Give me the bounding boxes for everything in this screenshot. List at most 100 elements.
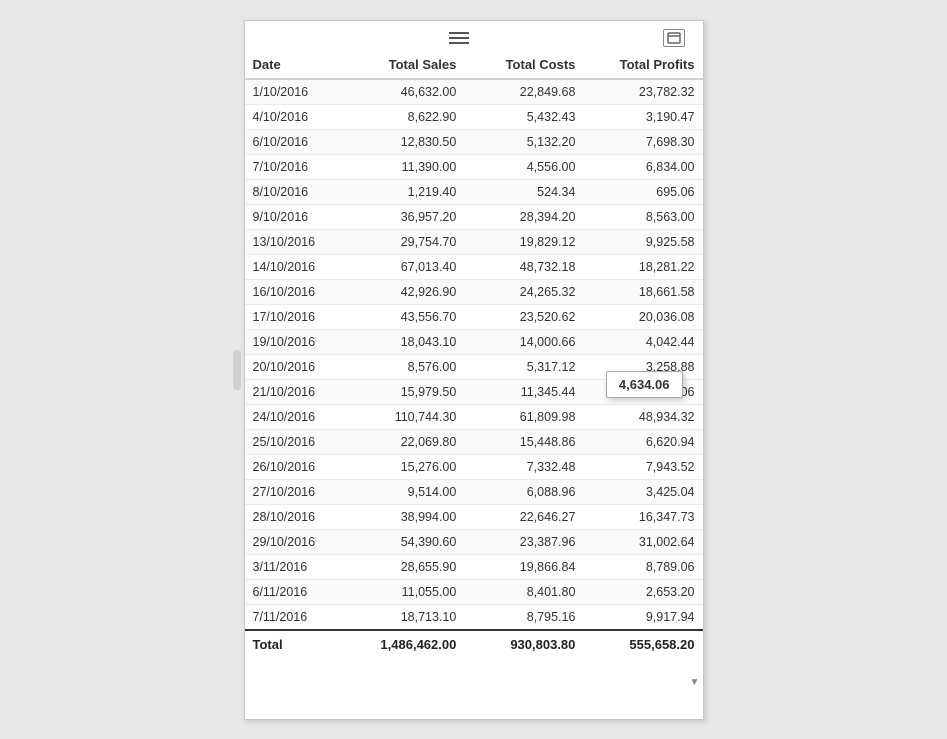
cell-costs: 19,829.12 <box>464 229 583 254</box>
cell-costs: 5,317.12 <box>464 354 583 379</box>
cell-date: 14/10/2016 <box>245 254 346 279</box>
col-header-sales: Total Sales <box>345 51 464 79</box>
cell-costs: 4,556.00 <box>464 154 583 179</box>
table-row: 8/10/20161,219.40524.34695.06 <box>245 179 703 204</box>
hamburger-icon[interactable] <box>449 32 469 44</box>
cell-profits: 3,258.88 <box>583 354 702 379</box>
cell-profits: 4,042.44 <box>583 329 702 354</box>
cell-date: 1/10/2016 <box>245 79 346 105</box>
expand-button[interactable] <box>663 29 685 47</box>
cell-date: 17/10/2016 <box>245 304 346 329</box>
cell-costs: 15,448.86 <box>464 429 583 454</box>
data-table: Date Total Sales Total Costs Total Profi… <box>245 51 703 658</box>
table-row: 16/10/201642,926.9024,265.3218,661.58 <box>245 279 703 304</box>
cell-costs: 28,394.20 <box>464 204 583 229</box>
table-row: 6/11/201611,055.008,401.802,653.20 <box>245 579 703 604</box>
cell-sales: 43,556.70 <box>345 304 464 329</box>
data-panel: Date Total Sales Total Costs Total Profi… <box>244 20 704 720</box>
cell-profits: 9,917.94 <box>583 604 702 630</box>
cell-costs: 61,809.98 <box>464 404 583 429</box>
col-header-profits: Total Profits <box>583 51 702 79</box>
cell-date: 9/10/2016 <box>245 204 346 229</box>
cell-sales: 38,994.00 <box>345 504 464 529</box>
scroll-down-arrow[interactable]: ▼ <box>689 677 701 689</box>
cell-costs: 7,332.48 <box>464 454 583 479</box>
table-row: 13/10/201629,754.7019,829.129,925.58 <box>245 229 703 254</box>
cell-sales: 28,655.90 <box>345 554 464 579</box>
cell-profits: 20,036.08 <box>583 304 702 329</box>
cell-date: 16/10/2016 <box>245 279 346 304</box>
outer-container: Date Total Sales Total Costs Total Profi… <box>0 0 947 739</box>
cell-sales: 54,390.60 <box>345 529 464 554</box>
cell-date: 6/10/2016 <box>245 129 346 154</box>
cell-costs: 22,849.68 <box>464 79 583 105</box>
table-row: 3/11/201628,655.9019,866.848,789.06 <box>245 554 703 579</box>
table-row: 21/10/201615,979.5011,345.444,634.06 <box>245 379 703 404</box>
cell-date: 19/10/2016 <box>245 329 346 354</box>
cell-date: 24/10/2016 <box>245 404 346 429</box>
table-header-row: Date Total Sales Total Costs Total Profi… <box>245 51 703 79</box>
cell-date: 7/11/2016 <box>245 604 346 630</box>
cell-date: 4/10/2016 <box>245 104 346 129</box>
cell-profits: 8,563.00 <box>583 204 702 229</box>
footer-total-sales: 1,486,462.00 <box>345 630 464 658</box>
cell-costs: 8,795.16 <box>464 604 583 630</box>
cell-profits: 695.06 <box>583 179 702 204</box>
table-row: 29/10/201654,390.6023,387.9631,002.64 <box>245 529 703 554</box>
cell-profits: 9,925.58 <box>583 229 702 254</box>
cell-costs: 524.34 <box>464 179 583 204</box>
table-container[interactable]: Date Total Sales Total Costs Total Profi… <box>245 51 703 719</box>
cell-costs: 14,000.66 <box>464 329 583 354</box>
cell-sales: 12,830.50 <box>345 129 464 154</box>
cell-sales: 9,514.00 <box>345 479 464 504</box>
cell-sales: 11,055.00 <box>345 579 464 604</box>
cell-sales: 18,043.10 <box>345 329 464 354</box>
cell-sales: 18,713.10 <box>345 604 464 630</box>
cell-date: 3/11/2016 <box>245 554 346 579</box>
cell-date: 6/11/2016 <box>245 579 346 604</box>
cell-profits: 2,653.20 <box>583 579 702 604</box>
cell-date: 28/10/2016 <box>245 504 346 529</box>
panel-header-actions <box>663 29 693 47</box>
cell-profits: 16,347.73 <box>583 504 702 529</box>
cell-sales: 29,754.70 <box>345 229 464 254</box>
cell-profits: 6,620.94 <box>583 429 702 454</box>
cell-costs: 22,646.27 <box>464 504 583 529</box>
cell-date: 26/10/2016 <box>245 454 346 479</box>
table-row: 20/10/20168,576.005,317.123,258.88 <box>245 354 703 379</box>
cell-costs: 8,401.80 <box>464 579 583 604</box>
cell-sales: 11,390.00 <box>345 154 464 179</box>
table-row: 27/10/20169,514.006,088.963,425.04 <box>245 479 703 504</box>
cell-sales: 22,069.80 <box>345 429 464 454</box>
cell-date: 13/10/2016 <box>245 229 346 254</box>
table-row: 9/10/201636,957.2028,394.208,563.00 <box>245 204 703 229</box>
cell-profits: 4,634.06 <box>583 379 702 404</box>
cell-profits: 18,281.22 <box>583 254 702 279</box>
cell-costs: 24,265.32 <box>464 279 583 304</box>
table-row: 1/10/201646,632.0022,849.6823,782.32 <box>245 79 703 105</box>
table-row: 4/10/20168,622.905,432.433,190.47 <box>245 104 703 129</box>
cell-costs: 23,387.96 <box>464 529 583 554</box>
table-row: 14/10/201667,013.4048,732.1818,281.22 <box>245 254 703 279</box>
cell-sales: 15,979.50 <box>345 379 464 404</box>
table-row: 7/11/201618,713.108,795.169,917.94 <box>245 604 703 630</box>
cell-sales: 1,219.40 <box>345 179 464 204</box>
cell-date: 27/10/2016 <box>245 479 346 504</box>
cell-sales: 46,632.00 <box>345 79 464 105</box>
cell-sales: 8,622.90 <box>345 104 464 129</box>
cell-profits: 3,425.04 <box>583 479 702 504</box>
cell-costs: 23,520.62 <box>464 304 583 329</box>
cell-costs: 48,732.18 <box>464 254 583 279</box>
cell-sales: 110,744.30 <box>345 404 464 429</box>
cell-profits: 23,782.32 <box>583 79 702 105</box>
cell-sales: 67,013.40 <box>345 254 464 279</box>
cell-profits: 48,934.32 <box>583 404 702 429</box>
table-row: 24/10/2016110,744.3061,809.9848,934.32 <box>245 404 703 429</box>
table-row: 25/10/201622,069.8015,448.866,620.94 <box>245 429 703 454</box>
cell-date: 20/10/2016 <box>245 354 346 379</box>
cell-costs: 5,432.43 <box>464 104 583 129</box>
cell-costs: 5,132.20 <box>464 129 583 154</box>
cell-costs: 6,088.96 <box>464 479 583 504</box>
cell-sales: 36,957.20 <box>345 204 464 229</box>
cell-profits: 7,698.30 <box>583 129 702 154</box>
